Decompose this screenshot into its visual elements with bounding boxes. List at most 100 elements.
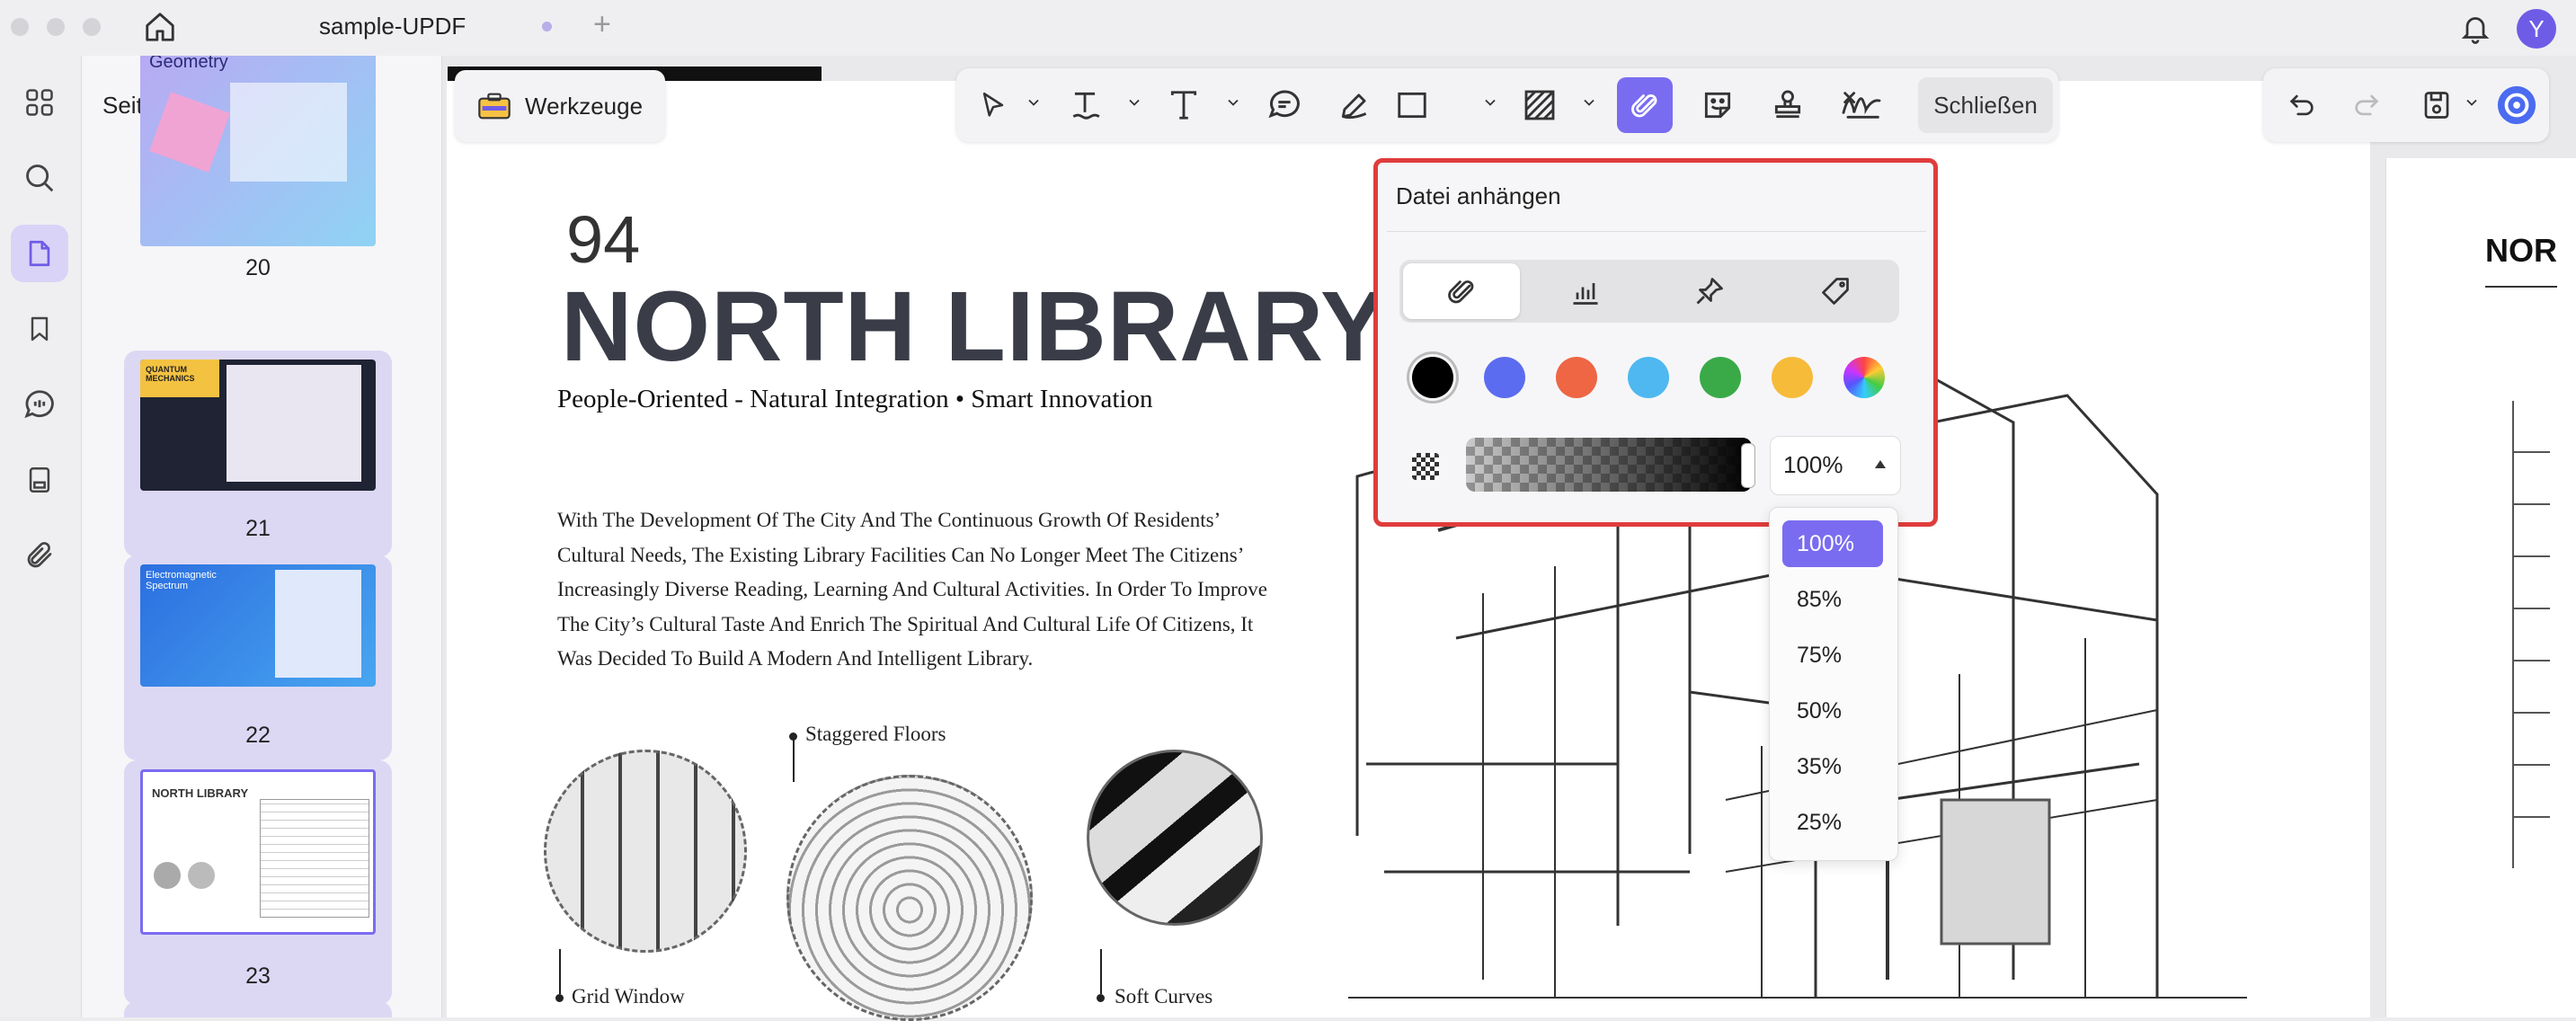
window-close-button[interactable] [11,18,29,36]
table-lines [2512,401,2550,868]
comment-tool-button[interactable] [1258,77,1310,133]
icon-option-graph[interactable] [1527,263,1644,319]
title-bar: sample-UPDF + Y [0,0,2576,56]
pencil-icon [1341,93,1367,120]
notification-bell-icon[interactable] [2459,11,2492,49]
ai-assistant-button[interactable] [2493,77,2540,133]
grid-window-photo [544,750,747,953]
hatched-area-icon [1524,90,1555,120]
thumbnail-image: Electromagnetic Spectrum [140,564,376,687]
redo-button[interactable] [2344,77,2389,133]
stamp-tool-button[interactable] [1762,77,1814,133]
thumbnail-page-22[interactable]: Electromagnetic Spectrum 22 [124,555,392,760]
tools-button[interactable]: Werkzeuge [455,70,665,142]
sticker-icon [1704,92,1731,119]
opacity-select[interactable]: 100% [1770,436,1901,495]
ai-assistant-icon [2497,85,2536,125]
color-swatch-light-blue[interactable] [1628,357,1669,398]
page-body-text: With The Development Of The City And The… [557,503,1276,677]
opacity-option[interactable]: 50% [1782,688,1883,734]
save-icon [2424,92,2449,119]
text-markup-tool-button[interactable] [1059,77,1111,133]
text-box-tool-button[interactable] [1158,77,1210,133]
custom-color-picker[interactable] [1843,357,1885,398]
thumbnail-page-next[interactable] [124,1001,392,1017]
close-annotation-button[interactable]: Schließen [1918,77,2053,133]
page-number: 22 [245,723,271,748]
comments-button[interactable] [11,376,68,433]
icon-option-tag[interactable] [1777,263,1894,319]
new-tab-button[interactable]: + [593,7,611,42]
speech-bubble-icon [1268,90,1300,119]
attach-file-tool-button[interactable] [1617,77,1673,133]
chevron-down-icon[interactable] [1224,93,1242,111]
chevron-down-icon[interactable] [1025,93,1043,111]
grid-icon [26,89,53,116]
home-button[interactable] [142,9,178,45]
form-button[interactable] [11,451,68,509]
chevron-down-icon[interactable] [1481,93,1499,111]
thumbnail-heading: Electromagnetic Spectrum [146,570,217,591]
icon-option-pushpin[interactable] [1651,263,1768,319]
bar-graph-icon [1573,283,1598,305]
signature-tool-button[interactable] [1834,77,1889,133]
pencil-tool-button[interactable] [1328,77,1381,133]
search-button[interactable] [11,149,68,207]
thumbnail-heading: Geometry [149,56,228,72]
attachment-icon-selector [1399,260,1899,323]
pages-button[interactable] [11,225,68,282]
page-icon [29,240,50,267]
caption-dot [555,994,564,1002]
shape-tool-button[interactable] [1386,77,1438,133]
attachments-button[interactable] [11,527,68,584]
body-line: The City’s Cultural Taste And Enrich The… [557,612,1254,635]
window-zoom-button[interactable] [83,18,101,36]
opacity-option[interactable]: 75% [1782,632,1883,679]
window-minimize-button[interactable] [47,18,65,36]
opacity-option[interactable]: 25% [1782,799,1883,846]
area-tool-button[interactable] [1514,77,1566,133]
caret-up-icon [1875,460,1886,468]
chevron-down-icon[interactable] [2463,93,2481,111]
color-swatch-orange[interactable] [1556,357,1597,398]
stamp-icon [1774,90,1801,119]
chevron-down-icon[interactable] [1580,93,1598,111]
thumbnail-page-20[interactable]: Geometry 20 [124,56,392,282]
thumbnail-page-23[interactable]: NORTH LIBRARY 23 [124,760,392,1005]
color-swatch-black[interactable] [1412,357,1453,398]
cursor-icon [982,92,1004,117]
paperclip-icon [1448,280,1474,304]
bookmark-icon [31,316,49,342]
unsaved-dot-icon [542,22,552,31]
opacity-option[interactable]: 100% [1782,520,1883,567]
opacity-slider[interactable] [1466,438,1752,492]
undo-button[interactable] [2279,77,2324,133]
save-button[interactable] [2414,77,2459,133]
document-tab-title[interactable]: sample-UPDF [319,13,466,40]
search-icon [26,164,54,192]
thumbnail-heading: QUANTUM MECHANICS [140,360,219,397]
thumbnails-grid-button[interactable] [11,74,68,131]
redo-icon [2355,94,2379,116]
toolbox-icon [478,93,511,120]
caption-soft-curves: Soft Curves [1115,985,1213,1008]
color-swatch-green[interactable] [1700,357,1741,398]
color-swatch-yellow[interactable] [1772,357,1813,398]
opacity-option[interactable]: 35% [1782,743,1883,790]
underline-text-icon [1072,92,1100,120]
thumbnail-image: Geometry [140,56,376,246]
select-tool-button[interactable] [967,77,1019,133]
opacity-option[interactable]: 85% [1782,576,1883,623]
opacity-slider-handle[interactable] [1741,443,1755,488]
soft-curves-photo [1087,750,1263,926]
user-avatar[interactable]: Y [2517,9,2556,49]
chevron-down-icon[interactable] [1125,93,1143,111]
text-icon [1170,91,1197,120]
sticker-tool-button[interactable] [1692,77,1744,133]
bookmarks-button[interactable] [11,300,68,358]
page-number: 23 [245,963,271,989]
color-swatch-blue[interactable] [1484,357,1525,398]
page-number: 21 [245,516,271,541]
icon-option-paperclip[interactable] [1403,263,1520,319]
thumbnail-page-21[interactable]: QUANTUM MECHANICS 21 [124,351,392,557]
